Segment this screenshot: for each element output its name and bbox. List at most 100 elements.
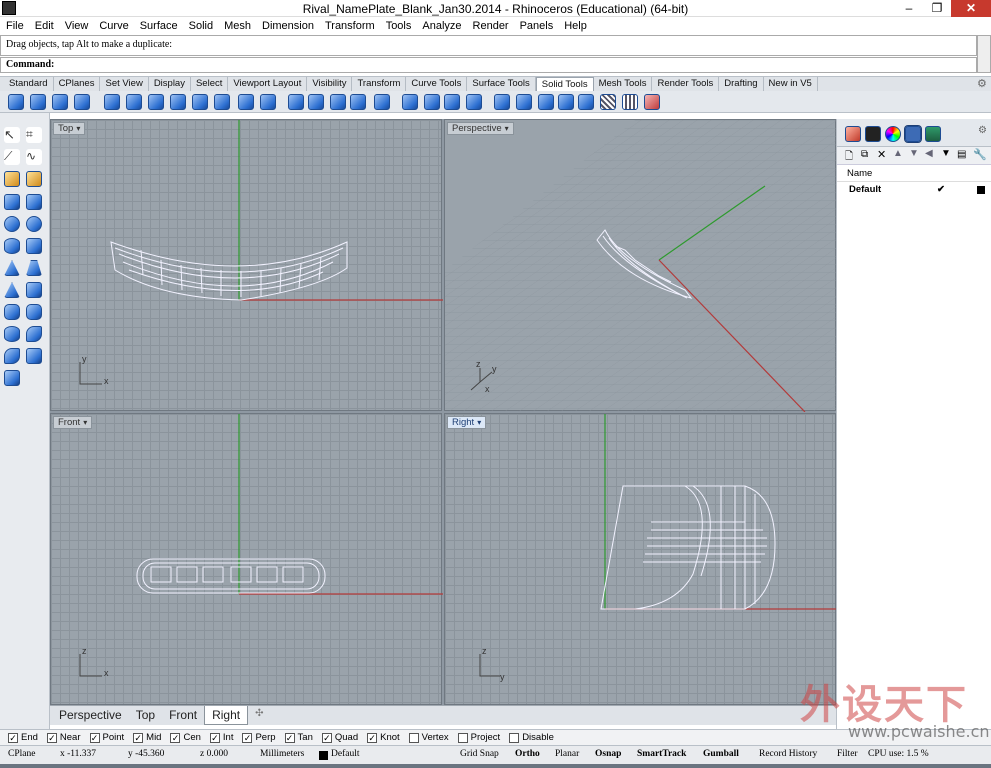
osnap-checkbox[interactable]	[509, 732, 520, 743]
cone-icon[interactable]	[4, 260, 20, 276]
viewport-top[interactable]: y x Top ▾	[50, 119, 443, 411]
viewport-menu-dropdown-icon[interactable]: ▾	[505, 124, 509, 133]
merge-all-faces-icon[interactable]	[538, 94, 554, 110]
mesh-grid-icon[interactable]	[600, 94, 616, 110]
status-cplane[interactable]: CPlane	[8, 749, 35, 759]
make-hole-icon[interactable]	[374, 94, 390, 110]
osnap-checkbox[interactable]: ✓	[133, 732, 144, 743]
point-icon[interactable]: ⌗	[26, 127, 42, 143]
layers-column-header-name[interactable]: Name	[837, 165, 991, 182]
osnap-checkbox[interactable]: ✓	[89, 732, 100, 743]
minimize-button[interactable]: –	[895, 0, 923, 17]
sphere-grid-icon[interactable]	[26, 216, 42, 232]
remove-icon[interactable]	[644, 94, 660, 110]
osnap-perp[interactable]: ✓ Perp	[242, 732, 276, 743]
osnap-checkbox[interactable]: ✓	[209, 732, 220, 743]
viewport-perspective-label[interactable]: Perspective ▾	[447, 122, 514, 135]
toolbar-tab-select[interactable]: Select	[191, 77, 229, 91]
toolbar-tab-drafting[interactable]: Drafting	[719, 77, 764, 91]
status-record-history[interactable]: Record History	[759, 749, 817, 759]
maximize-button[interactable]: ❐	[923, 0, 951, 17]
split-face-icon[interactable]	[330, 94, 346, 110]
boolean-split-icon[interactable]	[74, 94, 90, 110]
toolbar-tab-curve-tools[interactable]: Curve Tools	[406, 77, 468, 91]
boolean-intersection-icon[interactable]	[52, 94, 68, 110]
osnap-cen[interactable]: ✓ Cen	[170, 732, 201, 743]
move-face-icon[interactable]	[288, 94, 304, 110]
osnap-project[interactable]: Project	[457, 732, 500, 743]
new-sublayer-icon[interactable]: ⧉	[861, 149, 868, 160]
layer-tools-icon[interactable]: ▤	[957, 149, 966, 160]
polyline-icon[interactable]: ⟋	[4, 149, 20, 165]
explode-icon[interactable]	[214, 94, 230, 110]
osnap-point[interactable]: ✓ Point	[89, 732, 124, 743]
viewport-right-label[interactable]: Right ▾	[447, 416, 487, 429]
osnap-checkbox[interactable]	[408, 732, 419, 743]
fold-face-icon[interactable]	[350, 94, 366, 110]
osnap-knot[interactable]: ✓ Knot	[367, 732, 400, 743]
add-viewport-tab-icon[interactable]: ✣	[248, 706, 270, 725]
osnap-quad[interactable]: ✓ Quad	[321, 732, 358, 743]
fillet-edge-icon[interactable]	[104, 94, 120, 110]
menu-transform[interactable]: Transform	[325, 20, 375, 32]
rotate-face-icon[interactable]	[466, 94, 482, 110]
status-grid-snap[interactable]: Grid Snap	[460, 749, 499, 759]
command-input[interactable]: Command:	[0, 57, 977, 73]
toolbar-tab-viewport-layout[interactable]: Viewport Layout	[228, 77, 308, 91]
select-arrow-icon[interactable]: ↖	[4, 127, 20, 143]
shell-icon[interactable]	[260, 94, 276, 110]
toolbar-tab-render-tools[interactable]: Render Tools	[652, 77, 720, 91]
toolbar-tab-cplanes[interactable]: CPlanes	[54, 77, 101, 91]
menu-analyze[interactable]: Analyze	[422, 20, 461, 32]
status-layer[interactable]: Default	[331, 749, 360, 759]
viewport-front-label[interactable]: Front ▾	[53, 416, 93, 429]
menu-file[interactable]: File	[6, 20, 24, 32]
toolbar-tab-new-in-v5[interactable]: New in V5	[764, 77, 818, 91]
status-smarttrack[interactable]: SmartTrack	[637, 749, 686, 759]
extrude-curve-icon[interactable]	[4, 348, 20, 364]
status-planar[interactable]: Planar	[555, 749, 579, 759]
move-layer-up-icon[interactable]: ▲	[893, 148, 903, 159]
merge-faces-icon[interactable]	[516, 94, 532, 110]
toolbar-tab-solid-tools[interactable]: Solid Tools	[535, 77, 594, 91]
extract-surface-icon[interactable]	[170, 94, 186, 110]
transform-icon[interactable]	[4, 171, 20, 187]
panel-settings-gear-icon[interactable]: ⚙	[978, 125, 987, 136]
toolbar-tab-set-view[interactable]: Set View	[100, 77, 149, 91]
osnap-checkbox[interactable]: ✓	[170, 732, 181, 743]
chamfer-edge-icon[interactable]	[126, 94, 142, 110]
delete-layer-icon[interactable]: ✕	[877, 148, 886, 161]
menu-mesh[interactable]: Mesh	[224, 20, 251, 32]
viewport-right[interactable]: z y Right ▾	[444, 413, 837, 705]
menu-edit[interactable]: Edit	[35, 20, 54, 32]
menu-render[interactable]: Render	[473, 20, 509, 32]
osnap-near[interactable]: ✓ Near	[46, 732, 81, 743]
menu-solid[interactable]: Solid	[189, 20, 213, 32]
truncated-cone-icon[interactable]	[26, 260, 42, 276]
lattice-icon[interactable]	[622, 94, 638, 110]
offset-solid-icon[interactable]	[444, 94, 460, 110]
close-button[interactable]: ✕	[951, 0, 991, 17]
osnap-checkbox[interactable]: ✓	[8, 732, 18, 743]
solid-box-icon[interactable]	[4, 194, 20, 210]
osnap-checkbox[interactable]: ✓	[242, 732, 253, 743]
blend-edge-icon[interactable]	[148, 94, 164, 110]
solid-points-icon[interactable]	[558, 94, 574, 110]
osnap-checkbox[interactable]	[457, 732, 468, 743]
toolbar-tab-mesh-tools[interactable]: Mesh Tools	[594, 77, 653, 91]
viewport-tab-top[interactable]: Top	[129, 706, 162, 725]
toolbar-tab-surface-tools[interactable]: Surface Tools	[467, 77, 536, 91]
menu-surface[interactable]: Surface	[140, 20, 178, 32]
truncated-pyramid-icon[interactable]	[26, 282, 42, 298]
curve-tools-icon[interactable]	[26, 171, 42, 187]
display-panel-icon[interactable]	[865, 126, 881, 142]
viewport-front[interactable]: z x Front ▾	[50, 413, 443, 705]
menu-view[interactable]: View	[65, 20, 89, 32]
viewport-perspective[interactable]: z y x Perspective ▾	[444, 119, 837, 412]
menu-tools[interactable]: Tools	[386, 20, 412, 32]
toolbar-tab-standard[interactable]: Standard	[4, 77, 54, 91]
pipe-icon[interactable]	[26, 326, 42, 342]
osnap-checkbox[interactable]: ✓	[284, 732, 295, 743]
osnap-checkbox[interactable]: ✓	[367, 732, 378, 743]
osnap-mid[interactable]: ✓ Mid	[133, 732, 161, 743]
